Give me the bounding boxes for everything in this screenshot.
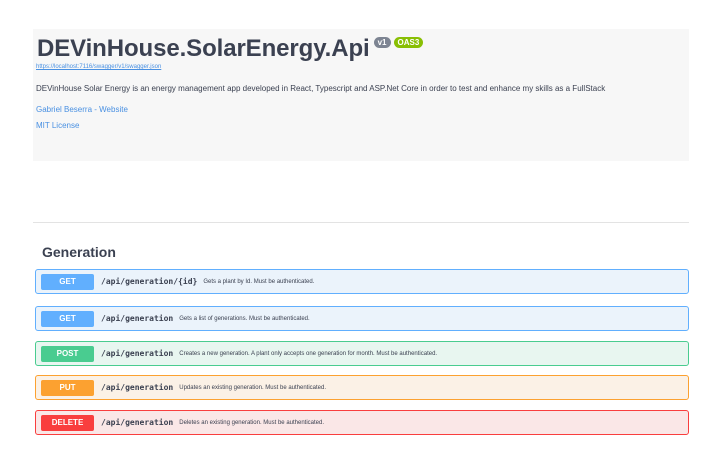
- spec-url-link[interactable]: https://localhost:7116/swagger/v1/swagge…: [36, 64, 161, 70]
- method-badge: GET: [41, 310, 94, 327]
- api-title: DEVinHouse.SolarEnergy.Api: [37, 35, 370, 62]
- operation-post-generation[interactable]: POST /api/generation Creates a new gener…: [35, 341, 689, 366]
- operation-path: /api/generation: [101, 349, 174, 358]
- method-badge: POST: [41, 345, 94, 362]
- api-description: DEVinHouse Solar Energy is an energy man…: [36, 84, 606, 93]
- method-badge: DELETE: [41, 414, 94, 431]
- contact-website-link[interactable]: Gabriel Beserra - Website: [36, 105, 128, 114]
- oas-badge: OAS3: [393, 37, 424, 48]
- operation-summary: Deletes an existing generation. Must be …: [179, 419, 325, 426]
- method-badge: GET: [41, 273, 94, 290]
- section-divider: [33, 222, 689, 223]
- operation-path: /api/generation/{id}: [101, 277, 198, 286]
- operation-delete-generation[interactable]: DELETE /api/generation Deletes an existi…: [35, 410, 689, 435]
- version-badge: v1: [373, 37, 391, 48]
- operation-path: /api/generation: [101, 383, 174, 392]
- method-badge: PUT: [41, 379, 94, 396]
- operation-summary: Creates a new generation. A plant only a…: [179, 350, 438, 357]
- operation-path: /api/generation: [101, 418, 174, 427]
- operation-summary: Gets a plant by Id. Must be authenticate…: [203, 278, 315, 285]
- operation-summary: Updates an existing generation. Must be …: [179, 384, 327, 391]
- operation-put-generation[interactable]: PUT /api/generation Updates an existing …: [35, 375, 689, 400]
- operation-get-generation-by-id[interactable]: GET /api/generation/{id} Gets a plant by…: [35, 269, 689, 294]
- api-info-panel: DEVinHouse.SolarEnergy.Api v1 OAS3 https…: [33, 29, 689, 161]
- title-row: DEVinHouse.SolarEnergy.Api v1 OAS3: [37, 35, 424, 62]
- operation-get-generations[interactable]: GET /api/generation Gets a list of gener…: [35, 306, 689, 331]
- operation-summary: Gets a list of generations. Must be auth…: [179, 315, 310, 322]
- operation-path: /api/generation: [101, 314, 174, 323]
- license-link[interactable]: MIT License: [36, 121, 79, 130]
- tag-header-generation[interactable]: Generation: [42, 244, 116, 260]
